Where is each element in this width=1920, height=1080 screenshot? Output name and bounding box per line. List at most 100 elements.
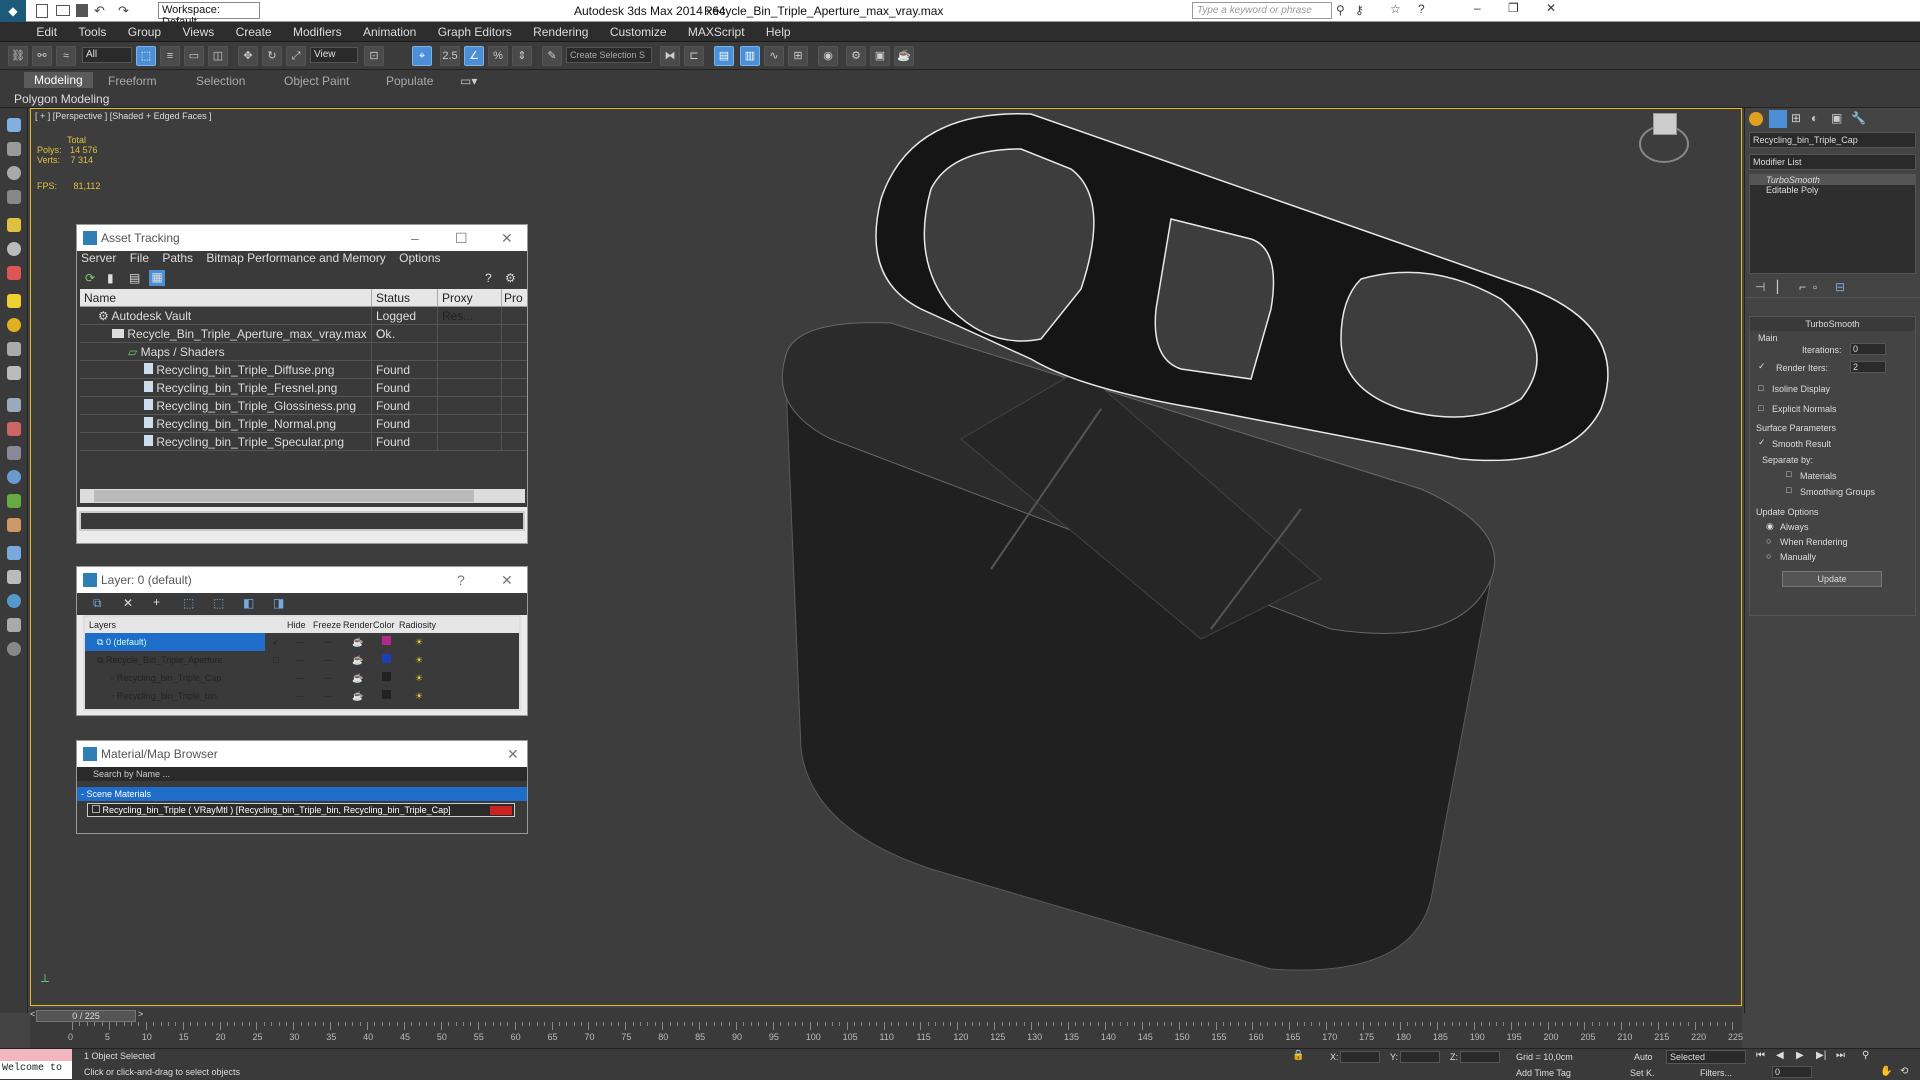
when-rendering-radio[interactable]: ○ <box>1766 536 1771 546</box>
menu-views[interactable]: Views <box>173 22 223 39</box>
spinner-snap-icon[interactable]: ⇕ <box>512 46 532 66</box>
snaps-toggle-icon[interactable]: 2.5 <box>440 46 460 66</box>
menu-graph-editors[interactable]: Graph Editors <box>429 22 521 39</box>
timeline[interactable]: 0 / 225 < > 0 5 10 15 20 25 30 35 40 45 50 55 60 65 70… <box>30 1008 1743 1048</box>
layer-row-bin[interactable]: ▫ Recycling_bin_Triple_bin --- --- ☕ ☀ <box>85 687 519 705</box>
display-tab-icon[interactable]: ▣ <box>1831 111 1842 125</box>
binoculars-icon[interactable]: ⚲ <box>1336 3 1345 17</box>
manually-radio[interactable]: ○ <box>1766 551 1771 561</box>
compound-icon[interactable] <box>7 570 21 584</box>
update-button[interactable]: Update <box>1782 571 1882 587</box>
quick-access-save-icon[interactable] <box>76 4 88 17</box>
menu-modifiers[interactable]: Modifiers <box>284 22 351 39</box>
layer-row-aperture[interactable]: ⧉ Recycle_Bin_Triple_Aperture □ --- --- … <box>85 651 519 669</box>
render-iters-checkbox[interactable]: ✓ <box>1758 361 1766 372</box>
layer-freeze-toggle[interactable]: --- <box>313 651 343 669</box>
tab-modeling[interactable]: Modeling <box>24 72 93 88</box>
asset-menu-file[interactable]: File <box>130 251 149 265</box>
key-filter-dropdown[interactable]: Selected <box>1666 1050 1746 1064</box>
viewcube-box-icon[interactable] <box>1653 113 1677 135</box>
menu-edit[interactable]: Edit <box>27 22 66 39</box>
reference-coordinate-dropdown[interactable]: View <box>310 47 358 63</box>
close-button[interactable]: ✕ <box>1546 1 1556 15</box>
asset-hscrollbar[interactable] <box>80 489 525 503</box>
asset-menu-bitmap[interactable]: Bitmap Performance and Memory <box>206 251 385 265</box>
maximize-button[interactable]: ❐ <box>1508 1 1519 15</box>
add-to-layer-icon[interactable]: + <box>153 595 160 609</box>
stack-item-turbosmooth[interactable]: TurboSmooth <box>1750 175 1915 185</box>
orbit-icon[interactable]: ⟲ <box>1900 1066 1908 1077</box>
sun-icon[interactable] <box>7 318 21 332</box>
radiosity-icon[interactable]: ☀ <box>399 651 439 669</box>
layer-help-button[interactable]: ? <box>457 567 465 593</box>
plane-icon[interactable] <box>7 218 21 232</box>
layer-color-swatch[interactable] <box>381 672 391 681</box>
material-titlebar[interactable]: Material/Map Browser ✕ <box>77 741 527 767</box>
search-input[interactable]: Type a keyword or phrase <box>1192 2 1332 19</box>
layer-hide-toggle[interactable]: --- <box>287 651 313 669</box>
layer-freeze-toggle[interactable]: --- <box>313 633 343 651</box>
pin-stack-icon[interactable]: ⊣ <box>1755 280 1765 294</box>
asset-maximize-button[interactable]: ☐ <box>455 225 468 251</box>
layer-render-icon[interactable]: ☕ <box>343 651 373 669</box>
remove-modifier-icon[interactable]: ▫ <box>1813 280 1817 294</box>
motion-tab-icon[interactable]: ◐ <box>1811 111 1818 125</box>
star-icon[interactable]: ☆ <box>1390 2 1401 16</box>
col-render[interactable]: Render <box>343 617 373 633</box>
menu-customize[interactable]: Customize <box>601 22 676 39</box>
window-crossing-icon[interactable]: ◫ <box>208 46 228 66</box>
smoothing-groups-checkbox[interactable]: □ <box>1786 485 1791 495</box>
help-panel-icon[interactable] <box>7 642 21 656</box>
auto-key-button[interactable]: Auto <box>1634 1052 1653 1062</box>
layer-hide-toggle[interactable]: --- <box>287 633 313 651</box>
zoom-icon[interactable]: ⚲ <box>1862 1050 1869 1061</box>
material-editor-icon[interactable]: ◉ <box>818 46 838 66</box>
lock-icon[interactable]: 🔒 <box>1292 1050 1304 1061</box>
layer-hide-toggle[interactable]: --- <box>287 669 313 687</box>
z-coordinate[interactable] <box>1460 1051 1500 1063</box>
table-row[interactable]: Recycling_bin_Triple_Glossiness.png Found <box>80 397 527 415</box>
current-frame-field[interactable]: 0 <box>1772 1066 1812 1078</box>
scale-icon[interactable]: ⤢ <box>286 46 306 66</box>
angle-snap-icon[interactable]: ∠ <box>464 46 484 66</box>
schematic-view-icon[interactable]: ⊞ <box>788 46 808 66</box>
maxscript-listener[interactable]: Welcome to <box>0 1061 72 1079</box>
rotate-icon[interactable]: ↻ <box>262 46 282 66</box>
isoline-checkbox[interactable]: □ <box>1758 383 1763 393</box>
layer-color-swatch[interactable] <box>381 690 391 699</box>
asset-tracking-titlebar[interactable]: Asset Tracking – ☐ ✕ <box>77 225 527 251</box>
select-manipulate-icon[interactable]: ⌖ <box>412 46 432 66</box>
mirror-icon[interactable]: ⧓ <box>660 46 680 66</box>
column-status[interactable]: Status <box>372 289 438 306</box>
current-layer-box[interactable]: □ <box>265 651 287 669</box>
time-slider[interactable]: 0 / 225 <box>36 1010 136 1022</box>
teapot-icon[interactable] <box>7 266 21 280</box>
help-icon[interactable]: ? <box>1418 2 1425 16</box>
tab-freeform[interactable]: Freeform <box>108 74 157 88</box>
quick-access-open-icon[interactable] <box>56 5 70 16</box>
link-icon[interactable]: ⛓ <box>8 46 28 66</box>
make-unique-icon[interactable]: ⌐ <box>1799 280 1806 294</box>
minimize-button[interactable]: – <box>1474 1 1481 15</box>
redo-icon[interactable]: ↷ <box>118 3 129 19</box>
asset-minimize-button[interactable]: – <box>411 225 419 251</box>
menu-create[interactable]: Create <box>227 22 281 39</box>
unlink-icon[interactable]: ⚯ <box>32 46 52 66</box>
table-view-icon[interactable]: ▤ <box>129 271 140 285</box>
hierarchy-tab-icon[interactable]: ⊞ <box>1791 111 1801 125</box>
menu-rendering[interactable]: Rendering <box>524 22 597 39</box>
cylinder-icon[interactable] <box>7 190 21 204</box>
render-production-icon[interactable]: ☕ <box>894 46 914 66</box>
ribbon-options-icon[interactable]: ▭▾ <box>460 74 477 88</box>
table-row[interactable]: Recycling_bin_Triple_Normal.png Found <box>80 415 527 433</box>
system-icon[interactable] <box>7 446 21 460</box>
layer-freeze-toggle[interactable]: --- <box>313 687 343 705</box>
move-icon[interactable]: ✥ <box>238 46 258 66</box>
layer-manager-icon[interactable]: ▤ <box>714 46 734 66</box>
layer-row-cap[interactable]: ▫ Recycling_bin_Triple_Cap --- --- ☕ ☀ <box>85 669 519 687</box>
radiosity-icon[interactable]: ☀ <box>399 633 439 651</box>
create-tab-icon[interactable] <box>1749 112 1763 126</box>
asset-menu-paths[interactable]: Paths <box>162 251 193 265</box>
asset-close-button[interactable]: ✕ <box>501 225 513 251</box>
menu-animation[interactable]: Animation <box>354 22 425 39</box>
